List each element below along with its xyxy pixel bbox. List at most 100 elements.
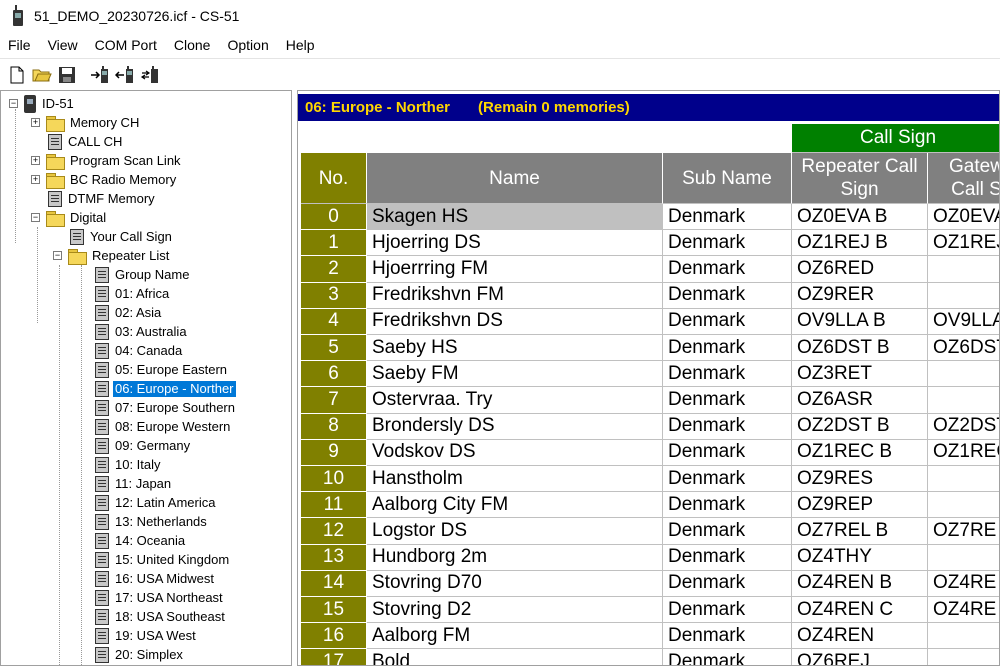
tree-view[interactable]: − ID-51 + Memory CH CALL CH + Program Sc… xyxy=(0,90,292,666)
sub-name-cell[interactable]: Denmark xyxy=(663,361,792,388)
name-cell[interactable]: Aalborg FM xyxy=(367,623,663,650)
tree-item-group[interactable]: 09: Germany xyxy=(95,436,192,455)
repeater-call-sign-cell[interactable]: OZ4REN xyxy=(792,623,928,650)
name-cell[interactable]: Fredrikshvn FM xyxy=(367,282,663,309)
gateway-call-sign-cell[interactable]: OV9LLA xyxy=(928,309,999,335)
tree-item-group[interactable]: 02: Asia xyxy=(95,303,163,322)
column-header-name[interactable]: Name xyxy=(367,153,663,204)
row-number-cell[interactable]: 14 xyxy=(301,570,367,597)
name-cell[interactable]: Saeby FM xyxy=(367,361,663,388)
name-cell[interactable]: Stovring D2 xyxy=(367,597,663,624)
name-cell[interactable]: Saeby HS xyxy=(367,335,663,362)
tree-item-group[interactable]: 01: Africa xyxy=(95,284,171,303)
tree-item-group-selected[interactable]: 06: Europe - Norther xyxy=(95,379,237,398)
row-number-cell[interactable]: 0 xyxy=(301,204,367,231)
open-icon[interactable] xyxy=(31,64,53,86)
repeater-call-sign-cell[interactable]: OZ6RED xyxy=(792,256,928,283)
repeater-call-sign-cell[interactable]: OZ1REC B xyxy=(792,439,928,466)
repeater-call-sign-cell[interactable]: OZ6ASR xyxy=(792,387,928,414)
expand-icon[interactable]: + xyxy=(31,156,40,165)
gateway-call-sign-cell[interactable]: OZ4RE xyxy=(928,571,999,597)
menu-help[interactable]: Help xyxy=(280,37,321,53)
row-number-cell[interactable]: 8 xyxy=(301,413,367,440)
column-header-gateway-call-sign[interactable]: Gatew Call S xyxy=(928,153,999,204)
repeater-call-sign-cell[interactable]: OZ4THY xyxy=(792,544,928,571)
row-number-cell[interactable]: 17 xyxy=(301,649,367,665)
column-header-repeater-call-sign[interactable]: Repeater Call Sign xyxy=(792,153,928,204)
tree-item-bc-radio-memory[interactable]: + BC Radio Memory xyxy=(31,170,178,189)
sub-name-cell[interactable]: Denmark xyxy=(663,256,792,283)
gateway-call-sign-cell[interactable] xyxy=(928,283,999,309)
tree-item-group[interactable]: 12: Latin America xyxy=(95,493,217,512)
expand-icon[interactable]: + xyxy=(31,118,40,127)
row-number-cell[interactable]: 13 xyxy=(301,544,367,571)
gateway-call-sign-cell[interactable] xyxy=(928,649,999,665)
tree-item-your-call-sign[interactable]: Your Call Sign xyxy=(70,227,174,246)
name-cell[interactable]: Stovring D70 xyxy=(367,570,663,597)
name-cell[interactable]: Hjoerrring FM xyxy=(367,256,663,283)
sub-name-cell[interactable]: Denmark xyxy=(663,544,792,571)
row-number-cell[interactable]: 9 xyxy=(301,439,367,466)
sub-name-cell[interactable]: Denmark xyxy=(663,649,792,665)
sub-name-cell[interactable]: Denmark xyxy=(663,308,792,335)
repeater-call-sign-cell[interactable]: OZ2DST B xyxy=(792,413,928,440)
repeater-call-sign-cell[interactable]: OZ6DST B xyxy=(792,335,928,362)
name-cell[interactable]: Vodskov DS xyxy=(367,439,663,466)
tree-item-group[interactable]: 07: Europe Southern xyxy=(95,398,237,417)
tree-item-group[interactable]: 11: Japan xyxy=(95,474,173,493)
collapse-icon[interactable]: − xyxy=(9,99,18,108)
repeater-call-sign-cell[interactable]: OZ6REJ xyxy=(792,649,928,665)
row-number-cell[interactable]: 6 xyxy=(301,361,367,388)
name-cell[interactable]: Hanstholm xyxy=(367,466,663,493)
row-number-cell[interactable]: 16 xyxy=(301,623,367,650)
tree-root[interactable]: − ID-51 xyxy=(9,94,76,113)
tree-item-group-name[interactable]: Group Name xyxy=(95,265,191,284)
tree-item-group[interactable]: 19: USA West xyxy=(95,626,198,645)
gateway-call-sign-cell[interactable]: OZ1REJ xyxy=(928,230,999,257)
sub-name-cell[interactable]: Denmark xyxy=(663,492,792,519)
column-header-no[interactable]: No. xyxy=(301,153,367,204)
save-icon[interactable] xyxy=(56,64,78,86)
tree-item-group[interactable]: 08: Europe Western xyxy=(95,417,232,436)
sub-name-cell[interactable]: Denmark xyxy=(663,204,792,231)
repeater-call-sign-cell[interactable]: OZ4REN B xyxy=(792,570,928,597)
name-cell[interactable]: Logstor DS xyxy=(367,518,663,545)
repeater-call-sign-cell[interactable]: OZ7REL B xyxy=(792,518,928,545)
sub-name-cell[interactable]: Denmark xyxy=(663,623,792,650)
sub-name-cell[interactable]: Denmark xyxy=(663,387,792,414)
column-header-sub-name[interactable]: Sub Name xyxy=(663,153,792,204)
collapse-icon[interactable]: − xyxy=(53,251,62,260)
sub-name-cell[interactable]: Denmark xyxy=(663,413,792,440)
row-number-cell[interactable]: 3 xyxy=(301,282,367,309)
name-cell[interactable]: Hjoerring DS xyxy=(367,230,663,257)
sub-name-cell[interactable]: Denmark xyxy=(663,466,792,493)
tree-item-group[interactable]: 16: USA Midwest xyxy=(95,569,216,588)
gateway-call-sign-cell[interactable]: OZ6DST xyxy=(928,335,999,362)
sub-name-cell[interactable]: Denmark xyxy=(663,282,792,309)
expand-icon[interactable]: + xyxy=(31,175,40,184)
gateway-call-sign-cell[interactable]: OZ7RE xyxy=(928,518,999,545)
tree-item-group[interactable]: 03: Australia xyxy=(95,322,189,341)
row-number-cell[interactable]: 12 xyxy=(301,518,367,545)
sub-name-cell[interactable]: Denmark xyxy=(663,439,792,466)
repeater-call-sign-cell[interactable]: OV9LLA B xyxy=(792,308,928,335)
name-cell[interactable]: Aalborg City FM xyxy=(367,492,663,519)
tree-item-program-scan-link[interactable]: + Program Scan Link xyxy=(31,151,183,170)
gateway-call-sign-cell[interactable]: OZ0EVA xyxy=(928,204,999,231)
name-cell[interactable]: Bold xyxy=(367,649,663,665)
tree-item-group[interactable]: 17: USA Northeast xyxy=(95,588,225,607)
repeater-call-sign-cell[interactable]: OZ0EVA B xyxy=(792,204,928,231)
name-cell[interactable]: Fredrikshvn DS xyxy=(367,308,663,335)
name-cell[interactable]: Ostervraa. Try xyxy=(367,387,663,414)
gateway-call-sign-cell[interactable] xyxy=(928,623,999,650)
clone-icon[interactable] xyxy=(139,64,161,86)
repeater-call-sign-cell[interactable]: OZ9RER xyxy=(792,282,928,309)
new-icon[interactable] xyxy=(6,64,28,86)
tree-item-digital[interactable]: − Digital xyxy=(31,208,108,227)
name-cell[interactable]: Brondersly DS xyxy=(367,413,663,440)
row-number-cell[interactable]: 11 xyxy=(301,492,367,519)
collapse-icon[interactable]: − xyxy=(31,213,40,222)
tree-item-group[interactable]: 15: United Kingdom xyxy=(95,550,231,569)
row-number-cell[interactable]: 15 xyxy=(301,597,367,624)
tree-item-group[interactable]: 14: Oceania xyxy=(95,531,187,550)
